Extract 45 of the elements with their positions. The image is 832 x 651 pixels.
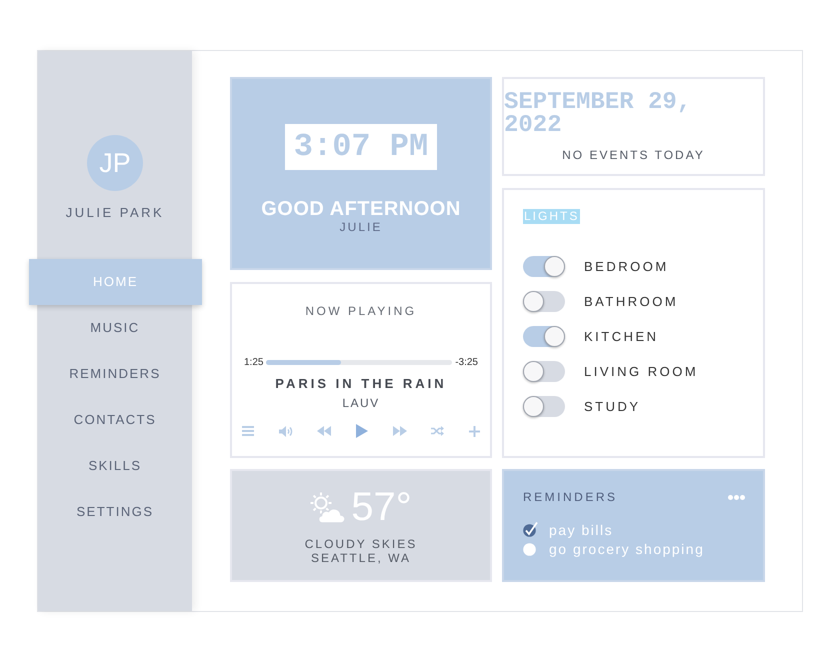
menu-icon[interactable] — [242, 426, 254, 436]
more-icon[interactable] — [728, 494, 745, 500]
nav-item[interactable]: REMINDERS — [38, 351, 192, 397]
location-text: SEATTLE, WA — [310, 551, 411, 565]
checkbox[interactable] — [523, 522, 538, 537]
room-label: KITCHEN — [584, 328, 659, 346]
toggle-switch[interactable] — [523, 291, 565, 312]
reminder-text: go grocery shopping — [549, 540, 704, 556]
room-label: BATHROOM — [584, 292, 678, 311]
remaining-time: -3:25 — [455, 357, 478, 369]
reminders-heading: REMINDERS — [523, 490, 618, 504]
shuffle-icon[interactable] — [431, 426, 444, 436]
now-playing-heading: NOW PLAYING — [305, 304, 417, 318]
nav-item[interactable]: MUSIC — [38, 305, 192, 351]
room-label: LIVING ROOM — [584, 362, 698, 381]
user-first-name: JULIE — [340, 220, 382, 234]
nav-item[interactable]: SETTINGS — [38, 489, 192, 535]
rewind-icon[interactable] — [317, 426, 332, 436]
song-title: PARIS IN THE RAIN — [275, 376, 447, 392]
avatar-initials: JP — [87, 135, 143, 191]
elapsed-time: 1:25 — [244, 357, 264, 369]
toggle-switch[interactable] — [523, 256, 565, 277]
lights-heading: LIGHTS — [523, 209, 580, 224]
volume-icon[interactable] — [278, 426, 293, 436]
toggle-switch[interactable] — [523, 326, 565, 347]
plus-icon[interactable] — [468, 426, 480, 436]
artist-name: LAUV — [342, 396, 380, 410]
time-display: 3:07 PM — [285, 124, 437, 170]
room-label: BEDROOM — [584, 258, 669, 276]
nav-item[interactable]: CONTACTS — [38, 397, 192, 443]
play-icon[interactable] — [356, 424, 368, 438]
greeting-text: GOOD AFTERNOON — [261, 198, 461, 220]
reminder-text: pay bills — [549, 522, 614, 538]
condition-text: CLOUDY SKIES — [304, 537, 418, 551]
toggle-switch[interactable] — [523, 361, 565, 382]
partly-cloudy-icon — [310, 492, 346, 522]
events-text: NO EVENTS TODAY — [562, 148, 705, 162]
user-name: JULIE PARK — [66, 205, 164, 221]
room-label: STUDY — [584, 398, 641, 416]
date-text: SEPTEMBER 29, 2022 — [504, 91, 692, 137]
progress-track[interactable] — [266, 360, 452, 364]
fast-forward-icon[interactable] — [392, 426, 407, 436]
nav-item[interactable]: SKILLS — [38, 443, 192, 489]
checkbox[interactable] — [523, 541, 538, 556]
toggle-switch[interactable] — [523, 396, 565, 417]
